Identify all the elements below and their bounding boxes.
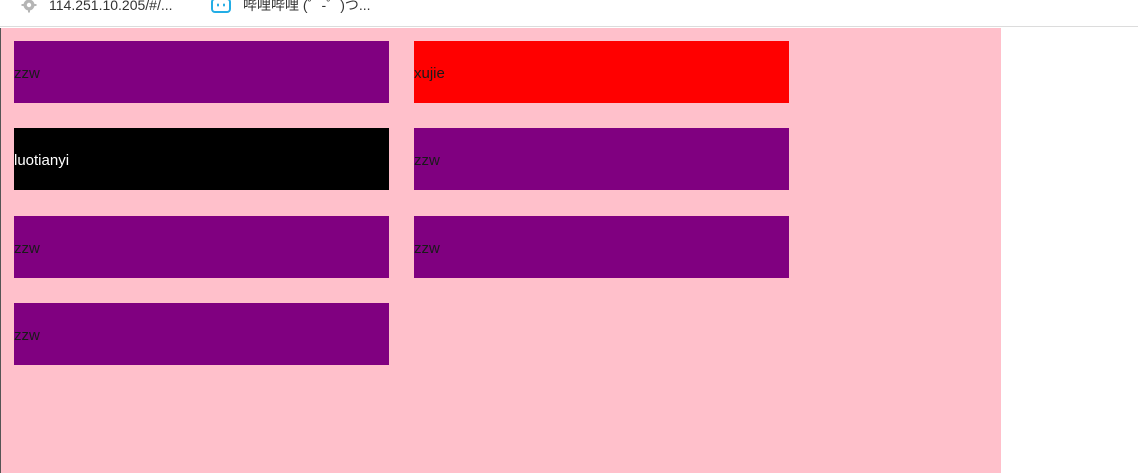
- bookmark-item-ip[interactable]: 114.251.10.205/#/...: [20, 0, 173, 13]
- box-zzw: zzw: [414, 216, 789, 278]
- page-viewport: zzw xujie luotianyi zzw zzw zzw zzw: [0, 28, 1138, 473]
- box-label: xujie: [414, 64, 445, 82]
- box-xujie: xujie: [414, 41, 789, 103]
- gear-icon: [21, 0, 37, 13]
- box-zzw: zzw: [414, 128, 789, 190]
- box-label: zzw: [414, 151, 440, 169]
- box-label: zzw: [14, 239, 40, 257]
- box-zzw: zzw: [14, 303, 389, 365]
- box-label: luotianyi: [14, 151, 70, 169]
- bookmarks-bar: 114.251.10.205/#/... 哔哩哔哩 (゜-゜)つ...: [0, 0, 1138, 27]
- box-label: zzw: [14, 64, 40, 82]
- box-label: zzw: [414, 239, 440, 257]
- box-label: zzw: [14, 326, 40, 344]
- box-zzw: zzw: [14, 216, 389, 278]
- bookmark-item-bilibili[interactable]: 哔哩哔哩 (゜-゜)つ...: [210, 0, 371, 13]
- box-luotianyi: luotianyi: [14, 128, 389, 190]
- pink-container: zzw xujie luotianyi zzw zzw zzw zzw: [1, 28, 1001, 473]
- bookmark-label: 114.251.10.205/#/...: [49, 0, 173, 13]
- box-zzw: zzw: [14, 41, 389, 103]
- bookmark-label: 哔哩哔哩 (゜-゜)つ...: [243, 0, 371, 13]
- bilibili-tv-icon: [211, 0, 231, 13]
